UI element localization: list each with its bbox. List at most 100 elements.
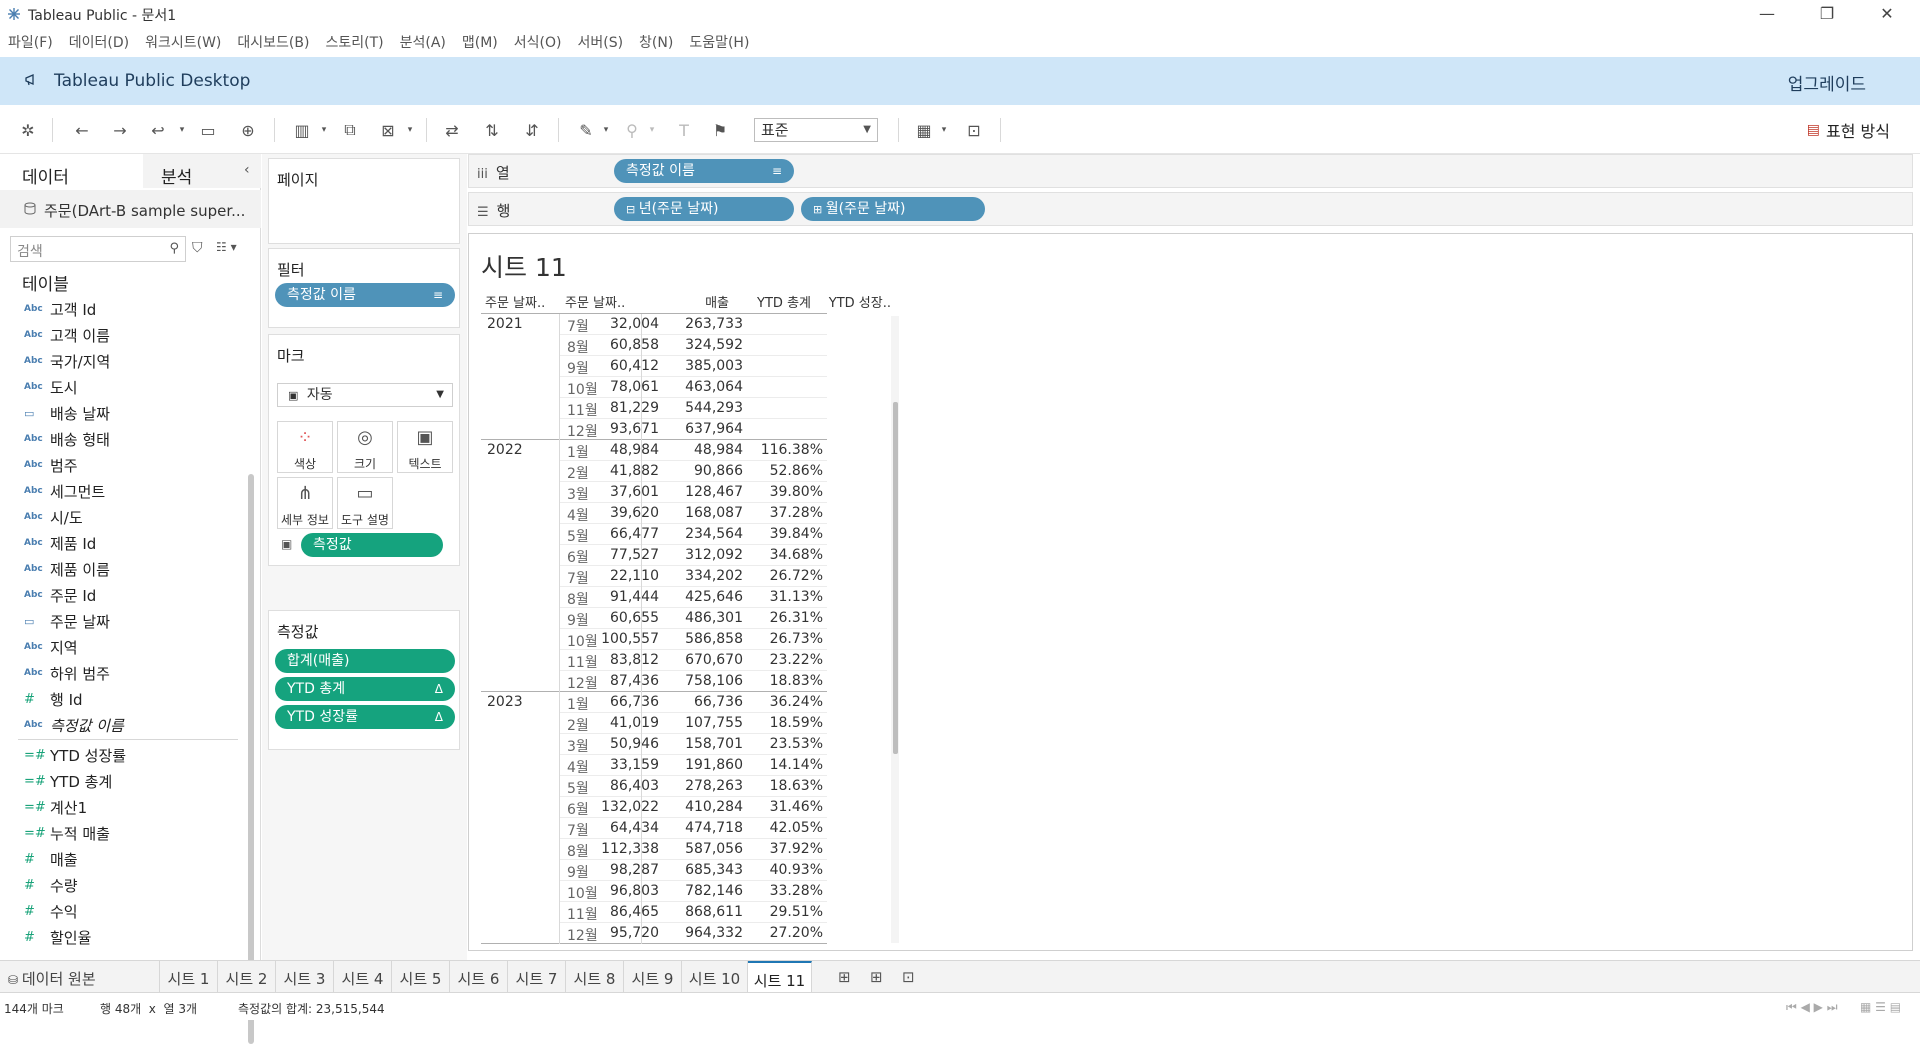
measure-item[interactable]: =# 계산1 — [0, 794, 248, 820]
tab-data[interactable]: 데이터 — [0, 154, 143, 188]
size-button[interactable]: ◎ 크기 — [337, 421, 393, 473]
table-row[interactable]: 9월 60,655 486,301 26.31% — [559, 608, 827, 629]
measure-item[interactable]: # 매출 — [0, 846, 248, 872]
scrollbar-thumb[interactable] — [893, 402, 898, 754]
table-row[interactable]: 11월 83,812 670,670 23.22% — [559, 650, 827, 671]
table-row[interactable]: 12월 93,671 637,964 — [559, 419, 827, 440]
header-ytd-growth[interactable]: YTD 성장.. — [815, 292, 891, 312]
field-item[interactable]: Abc 하위 범주 — [0, 660, 248, 686]
duplicate-sheet-icon[interactable]: ⧉ — [338, 118, 362, 142]
chevron-down-icon[interactable]: ▾ — [938, 118, 950, 142]
table-row[interactable]: 12월 95,720 964,332 27.20% — [559, 923, 827, 944]
menu-story[interactable]: 스토리(T) — [325, 32, 383, 52]
rows-pill-year[interactable]: ⊟ 년(주문 날짜) — [614, 197, 794, 221]
table-row[interactable]: 6월 77,527 312,092 34.68% — [559, 545, 827, 566]
redo-icon[interactable]: → — [108, 118, 132, 142]
data-pane-scrollbar[interactable] — [248, 474, 254, 1044]
sheet-tab[interactable]: 시트 4 — [334, 961, 392, 993]
field-item[interactable]: Abc 지역 — [0, 634, 248, 660]
table-row[interactable]: 3월 37,601 128,467 39.80% — [559, 482, 827, 503]
table-row[interactable]: 7월 22,110 334,202 26.72% — [559, 566, 827, 587]
menu-data[interactable]: 데이터(D) — [69, 32, 129, 52]
sort-ascending-icon[interactable]: ⇅ — [480, 118, 504, 142]
measure-item[interactable]: # 할인율 — [0, 924, 248, 950]
replay-icon[interactable]: ↩ — [146, 118, 170, 142]
table-row[interactable]: 8월 91,444 425,646 31.13% — [559, 587, 827, 608]
text-button[interactable]: ▣ 텍스트 — [397, 421, 453, 473]
menu-file[interactable]: 파일(F) — [8, 32, 53, 52]
table-row[interactable]: 5월 66,477 234,564 39.84% — [559, 524, 827, 545]
year-cell[interactable]: 2022 — [487, 442, 523, 458]
field-item[interactable]: Abc 제품 Id — [0, 530, 248, 556]
field-item[interactable]: Abc 국가/지역 — [0, 348, 248, 374]
field-item[interactable]: Abc 세그먼트 — [0, 478, 248, 504]
year-cell[interactable]: 2023 — [487, 694, 523, 710]
table-row[interactable]: 8월 60,858 324,592 — [559, 335, 827, 356]
search-input[interactable]: 검색 ⚲ — [10, 236, 186, 262]
menu-help[interactable]: 도움말(H) — [689, 32, 749, 52]
upgrade-link[interactable]: 업그레이드 — [1788, 70, 1866, 95]
new-worksheet-icon[interactable]: ⊞ — [838, 968, 851, 986]
measure-pill-ytd-total[interactable]: YTD 총계 Δ — [275, 677, 455, 701]
table-row[interactable]: 7월 64,434 474,718 42.05% — [559, 818, 827, 839]
tableau-home-icon[interactable]: ✲ — [16, 118, 40, 142]
swap-rows-columns-icon[interactable]: ⇄ — [440, 118, 464, 142]
sheet-tab[interactable]: 시트 3 — [276, 961, 334, 993]
save-icon[interactable]: ▭ — [196, 118, 220, 142]
header-ytd-total[interactable]: YTD 총계 — [731, 292, 811, 312]
header-month[interactable]: 주문 날짜.. — [565, 292, 625, 312]
color-button[interactable]: ⁘ 색상 — [277, 421, 333, 473]
table-row[interactable]: 11월 86,465 868,611 29.51% — [559, 902, 827, 923]
table-row[interactable]: 1월 66,736 66,736 36.24% — [559, 692, 827, 713]
sort-descending-icon[interactable]: ⇵ — [520, 118, 544, 142]
close-window-button[interactable]: ✕ — [1864, 2, 1910, 26]
sheet-tab[interactable]: 시트 11 — [748, 961, 812, 993]
table-row[interactable]: 9월 98,287 685,343 40.93% — [559, 860, 827, 881]
field-item[interactable]: ▭ 배송 날짜 — [0, 400, 248, 426]
table-row[interactable]: 1월 48,984 48,984 116.38% — [559, 440, 827, 461]
tooltip-button[interactable]: ▭ 도구 설명 — [337, 477, 393, 529]
table-row[interactable]: 11월 81,229 544,293 — [559, 398, 827, 419]
field-item[interactable]: Abc 주문 Id — [0, 582, 248, 608]
rows-pill-month[interactable]: ⊞ 월(주문 날짜) — [801, 197, 985, 221]
header-year[interactable]: 주문 날짜.. — [485, 292, 545, 312]
clear-sheet-icon[interactable]: ⊠ — [376, 118, 400, 142]
sheet-tab[interactable]: 시트 1 — [160, 961, 218, 993]
marks-text-pill[interactable]: 측정값 — [301, 533, 443, 557]
menu-worksheet[interactable]: 워크시트(W) — [145, 32, 221, 52]
mark-type-select[interactable]: ▣ 자동 ▼ — [277, 383, 453, 407]
measure-pill-sum-sales[interactable]: 합계(매출) — [275, 649, 455, 673]
menu-server[interactable]: 서버(S) — [577, 32, 623, 52]
chevron-down-icon[interactable]: ▾ — [646, 118, 658, 142]
table-row[interactable]: 12월 87,436 758,106 18.83% — [559, 671, 827, 692]
minimize-button[interactable]: — — [1744, 2, 1790, 26]
tab-data-source[interactable]: ⛁ 데이터 원본 — [0, 961, 160, 993]
restore-button[interactable]: ❐ — [1804, 2, 1850, 26]
filters-card[interactable]: 필터 측정값 이름 ≡ — [268, 248, 460, 328]
columns-shelf[interactable]: iii 열 측정값 이름 ≡ — [468, 154, 1913, 188]
pin-axes-icon[interactable]: ⚑ — [708, 118, 732, 142]
table-row[interactable]: 2월 41,882 90,866 52.86% — [559, 461, 827, 482]
table-row[interactable]: 10월 78,061 463,064 — [559, 377, 827, 398]
detail-button[interactable]: ⋔ 세부 정보 — [277, 477, 333, 529]
pages-card[interactable]: 페이지 — [268, 158, 460, 244]
measure-item[interactable]: =# YTD 총계 — [0, 768, 248, 794]
sheet-tab[interactable]: 시트 5 — [392, 961, 450, 993]
sheet-tab[interactable]: 시트 7 — [508, 961, 566, 993]
collapse-pane-icon[interactable]: ‹ — [244, 162, 250, 178]
datasource-item[interactable]: 주문(DArt-B sample super... — [0, 190, 261, 228]
chevron-down-icon[interactable]: ▾ — [176, 118, 188, 142]
table-row[interactable]: 8월 112,338 587,056 37.92% — [559, 839, 827, 860]
view-options-icon[interactable]: ☷ ▾ — [216, 240, 237, 254]
measure-item[interactable]: # 수익 — [0, 898, 248, 924]
show-me-button[interactable]: ▤ 표현 방식 — [1807, 118, 1890, 142]
new-dashboard-icon[interactable]: ⊞ — [870, 968, 883, 986]
table-row[interactable]: 10월 100,557 586,858 26.73% — [559, 629, 827, 650]
field-item[interactable]: Abc 시/도 — [0, 504, 248, 530]
table-row[interactable]: 4월 39,620 168,087 37.28% — [559, 503, 827, 524]
menu-analysis[interactable]: 분석(A) — [400, 32, 446, 52]
filter-icon[interactable]: ⛉ — [192, 240, 203, 256]
field-item[interactable]: ▭ 주문 날짜 — [0, 608, 248, 634]
presentation-mode-icon[interactable]: ⊡ — [962, 118, 986, 142]
table-row[interactable]: 3월 50,946 158,701 23.53% — [559, 734, 827, 755]
